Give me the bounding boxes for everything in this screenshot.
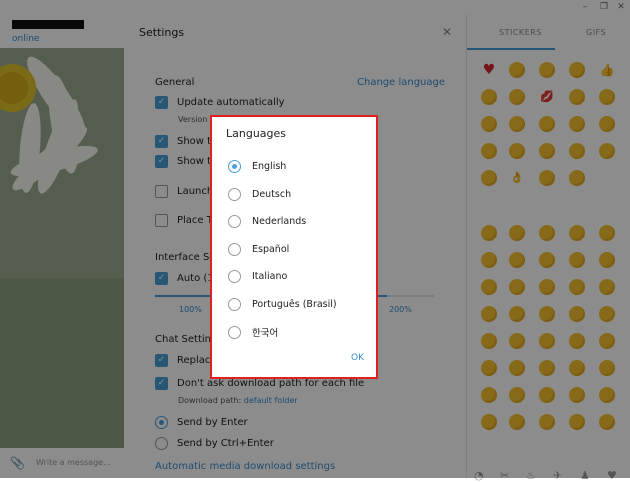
language-option[interactable]: English	[228, 160, 286, 173]
radio-unselected-icon[interactable]	[228, 242, 241, 256]
language-option[interactable]: Deutsch	[228, 187, 292, 201]
language-label: Italiano	[252, 271, 288, 282]
language-option[interactable]: Español	[228, 242, 290, 256]
radio-unselected-icon[interactable]	[228, 215, 241, 228]
language-label: Português (Brasil)	[252, 298, 337, 310]
language-label: Español	[252, 243, 290, 255]
radio-unselected-icon[interactable]	[228, 297, 241, 311]
language-label: 한국어	[252, 328, 279, 339]
language-label: English	[252, 161, 287, 172]
language-option[interactable]: Nederlands	[228, 215, 306, 228]
radio-unselected-icon[interactable]	[228, 270, 241, 283]
language-option[interactable]: Português (Brasil)	[228, 297, 337, 311]
languages-dialog: Languages English Deutsch Nederlands Españo…	[210, 115, 378, 379]
language-label: Nederlands	[252, 216, 307, 227]
radio-unselected-icon[interactable]	[228, 187, 241, 201]
radio-selected-icon[interactable]	[228, 160, 241, 173]
language-option[interactable]: Italiano	[228, 270, 287, 283]
language-label: Deutsch	[252, 188, 292, 200]
radio-unselected-icon[interactable]	[228, 325, 241, 339]
dialog-title: Languages	[226, 127, 287, 140]
ok-button[interactable]: OK	[351, 353, 364, 363]
language-option[interactable]: 한국어	[228, 325, 278, 339]
